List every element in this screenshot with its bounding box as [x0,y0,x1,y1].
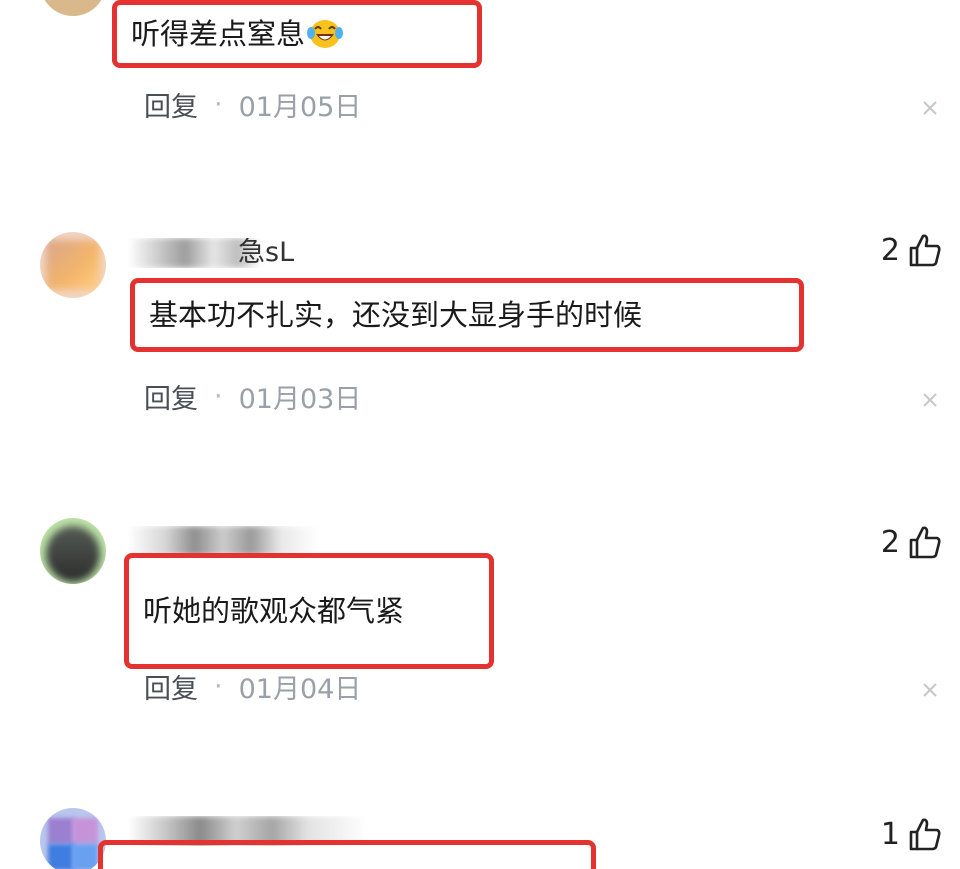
comment-item: 1 [0,0,960,869]
highlighted-comment-box [98,840,596,869]
comment-list: 听得差点窒息 回复 · 01月05日 急sL 2 基本功不扎实，还没到大显身手的… [0,0,960,869]
thumbs-up-icon [909,818,941,851]
like-button[interactable]: 1 [881,814,942,854]
like-count: 1 [880,816,900,852]
avatar[interactable] [40,808,106,869]
